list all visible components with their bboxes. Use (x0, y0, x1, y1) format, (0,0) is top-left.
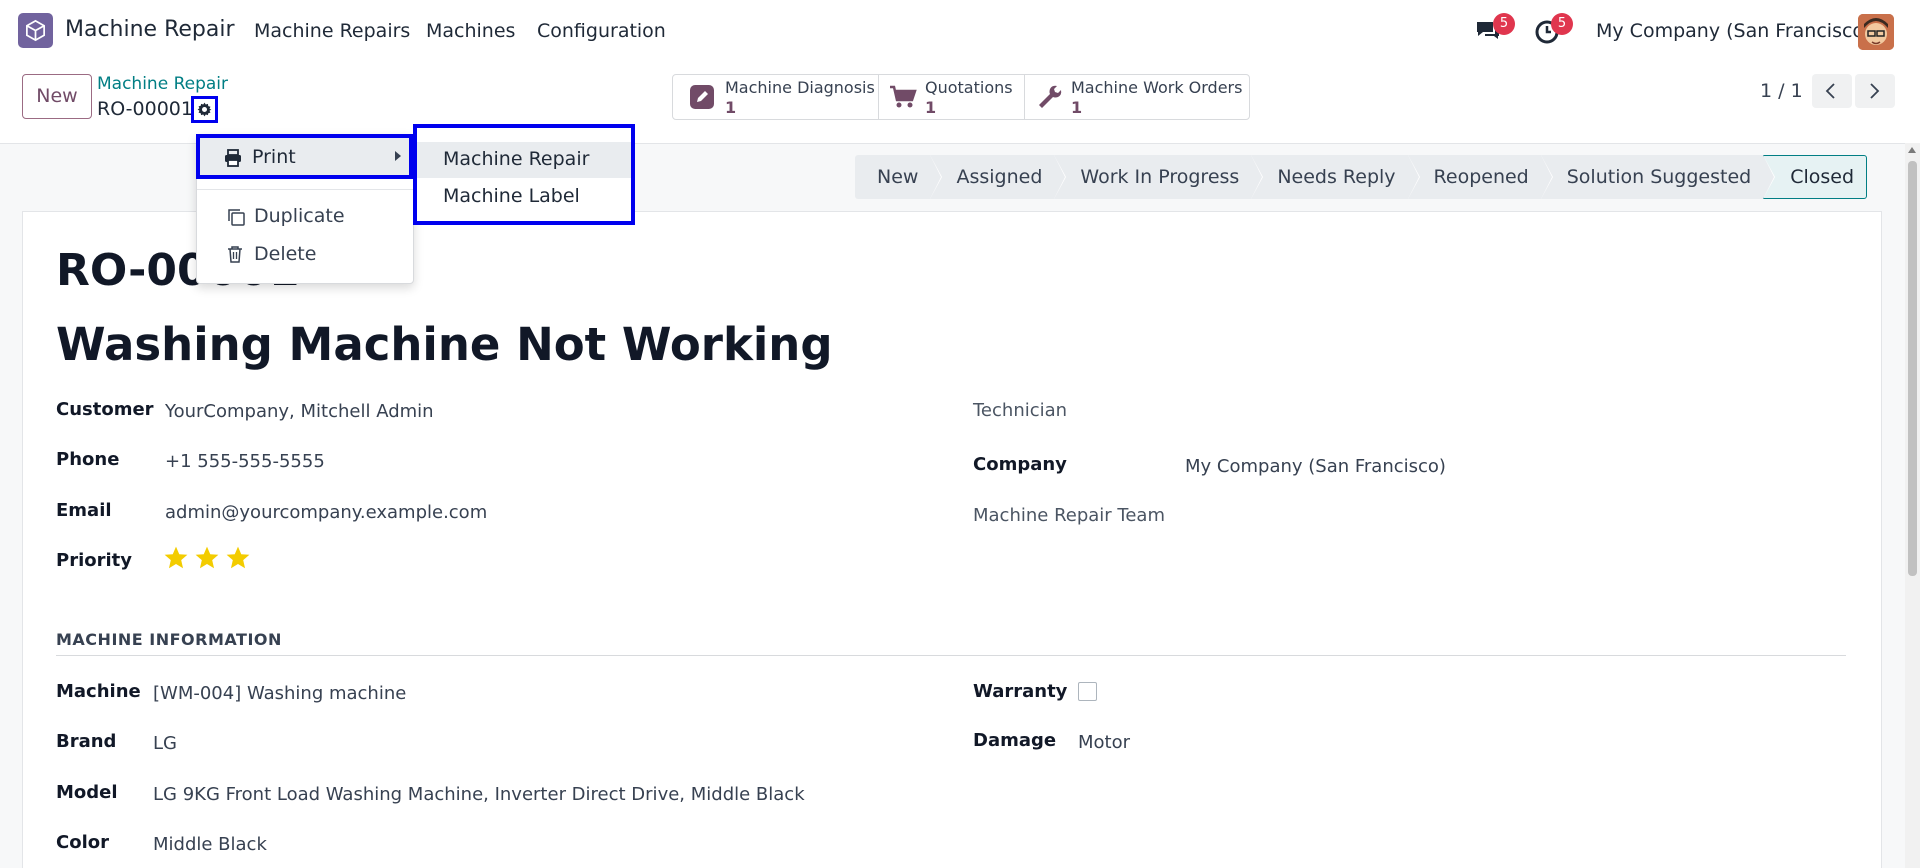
email-label: Email (56, 500, 112, 521)
new-button[interactable]: New (22, 74, 92, 119)
messages-badge: 5 (1493, 13, 1515, 35)
printer-icon (224, 149, 242, 172)
stage-reopened[interactable]: Reopened (1407, 155, 1553, 199)
wrench-icon (1037, 84, 1063, 110)
model-field[interactable]: LG 9KG Front Load Washing Machine, Inver… (153, 784, 805, 805)
smart-button-machine-work-orders[interactable]: Machine Work Orders 1 (1025, 75, 1249, 119)
smart-buttons: Machine Diagnosis 1 Quotations 1 Machine… (672, 74, 1250, 120)
machine-label: Machine (56, 681, 141, 702)
menu-machine-repairs[interactable]: Machine Repairs (254, 20, 410, 42)
customer-label: Customer (56, 399, 154, 420)
status-bar: New Assigned Work In Progress Needs Repl… (855, 155, 1868, 199)
color-field[interactable]: Middle Black (153, 834, 267, 855)
team-label: Machine Repair Team (973, 505, 1165, 526)
stage-solution-suggested[interactable]: Solution Suggested (1540, 155, 1776, 199)
breadcrumb-current: RO-00001 (97, 98, 193, 120)
scroll-up-icon[interactable] (1908, 147, 1916, 153)
phone-label: Phone (56, 449, 120, 470)
warranty-checkbox[interactable] (1078, 682, 1097, 701)
company-label: Company (973, 454, 1067, 475)
technician-label: Technician (973, 400, 1068, 421)
brand-label: Brand (56, 731, 117, 752)
company-field[interactable]: My Company (San Francisco) (1185, 456, 1446, 477)
customer-field[interactable]: YourCompany, Mitchell Admin (165, 401, 434, 422)
breadcrumb[interactable]: Machine Repair (97, 74, 228, 94)
priority-label: Priority (56, 550, 132, 571)
gear-icon[interactable] (191, 96, 218, 123)
scrollbar-thumb[interactable] (1908, 161, 1917, 576)
app-logo-icon[interactable] (18, 13, 53, 48)
pencil-square-icon (689, 84, 715, 110)
stage-work-in-progress[interactable]: Work In Progress (1054, 155, 1264, 199)
company-switcher[interactable]: My Company (San Francisco) (1596, 20, 1871, 42)
scrollbar[interactable] (1905, 143, 1920, 868)
pager-previous-button[interactable] (1812, 74, 1852, 108)
star-icon[interactable] (225, 545, 253, 573)
damage-field[interactable]: Motor (1078, 732, 1130, 753)
warranty-label: Warranty (973, 681, 1068, 702)
smart-button-machine-diagnosis[interactable]: Machine Diagnosis 1 (673, 75, 879, 119)
menu-item-duplicate[interactable]: Duplicate (197, 197, 413, 235)
pager-next-button[interactable] (1855, 74, 1895, 108)
smart-button-quotations[interactable]: Quotations 1 (879, 75, 1025, 119)
copy-icon (226, 207, 246, 232)
stage-assigned[interactable]: Assigned (930, 155, 1067, 199)
pager-value[interactable]: 1 / 1 (1760, 80, 1803, 102)
app-name[interactable]: Machine Repair (65, 17, 235, 42)
phone-field[interactable]: +1 555-555-5555 (165, 451, 325, 472)
star-icon[interactable] (163, 545, 191, 573)
model-label: Model (56, 782, 118, 803)
menu-item-machine-label-report[interactable]: Machine Label (417, 179, 631, 215)
menu-divider (197, 189, 413, 190)
section-machine-information: MACHINE INFORMATION (56, 630, 282, 649)
menu-item-delete[interactable]: Delete (197, 235, 413, 273)
color-label: Color (56, 832, 109, 853)
chevron-left-icon (1825, 83, 1835, 99)
trash-icon (226, 245, 244, 268)
caret-right-icon (395, 151, 401, 161)
stage-closed[interactable]: Closed (1763, 155, 1868, 199)
page-title[interactable]: Washing Machine Not Working (56, 318, 833, 371)
menu-item-print[interactable]: Print (196, 134, 413, 179)
star-icon[interactable] (194, 545, 222, 573)
chevron-right-icon (1870, 83, 1880, 99)
menu-item-machine-repair-report[interactable]: Machine Repair (417, 142, 631, 178)
avatar[interactable] (1858, 14, 1894, 50)
section-divider (56, 655, 1846, 656)
top-navbar: Machine Repair Machine Repairs Machines … (0, 0, 1920, 62)
brand-field[interactable]: LG (153, 733, 177, 754)
stage-new[interactable]: New (855, 155, 943, 199)
menu-configuration[interactable]: Configuration (537, 20, 666, 42)
cart-icon (889, 84, 917, 110)
form-sheet (22, 211, 1882, 868)
machine-field[interactable]: [WM-004] Washing machine (153, 683, 406, 704)
activities-badge: 5 (1551, 13, 1573, 35)
damage-label: Damage (973, 730, 1057, 751)
email-field[interactable]: admin@yourcompany.example.com (165, 502, 487, 523)
print-submenu: Machine Repair Machine Label (413, 124, 635, 225)
stage-needs-reply[interactable]: Needs Reply (1251, 155, 1420, 199)
menu-machines[interactable]: Machines (426, 20, 515, 42)
